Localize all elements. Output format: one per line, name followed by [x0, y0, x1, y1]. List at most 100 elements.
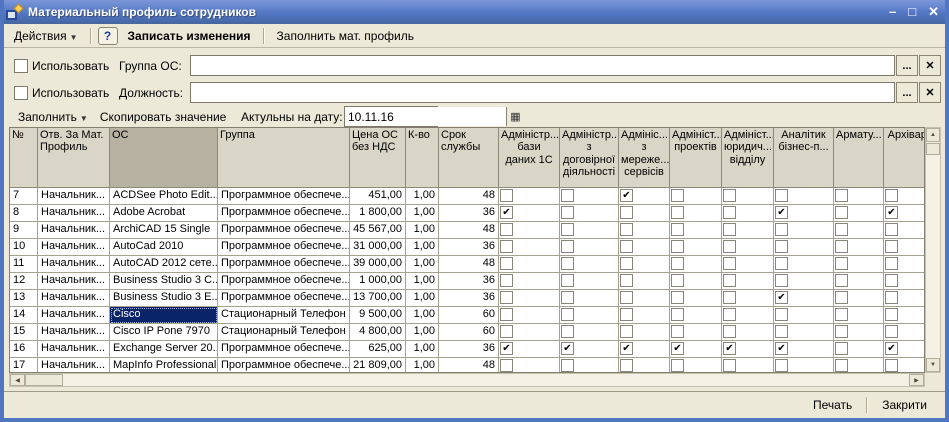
save-changes-button[interactable]: Записать изменения: [122, 27, 257, 45]
checkbox-unchecked[interactable]: [885, 223, 898, 236]
checkbox-unchecked[interactable]: [723, 223, 736, 236]
cell-analityk[interactable]: [774, 256, 834, 273]
checkbox-unchecked[interactable]: [723, 308, 736, 321]
cell-adm_yuryd[interactable]: [722, 358, 774, 373]
cell-adm_yuryd[interactable]: [722, 256, 774, 273]
cell-qty[interactable]: 1,00: [406, 188, 439, 205]
cell-adm_yuryd[interactable]: [722, 273, 774, 290]
cell-adm_yuryd[interactable]: [722, 290, 774, 307]
cell-os[interactable]: Cisco IP Pone 7970: [110, 324, 218, 341]
cell-num[interactable]: 10: [10, 239, 38, 256]
cell-armatur[interactable]: [834, 256, 884, 273]
close-icon[interactable]: ✕: [928, 5, 939, 19]
checkbox-checked-icon[interactable]: ✔: [775, 206, 788, 219]
checkbox-unchecked[interactable]: [885, 257, 898, 270]
checkbox-unchecked[interactable]: [561, 359, 574, 372]
cell-arkhivar[interactable]: [884, 358, 925, 373]
group-picker-icon[interactable]: ...: [896, 55, 918, 76]
cell-term[interactable]: 36: [439, 239, 499, 256]
cell-adm_dogovir[interactable]: [560, 358, 619, 373]
cell-term[interactable]: 60: [439, 324, 499, 341]
cell-analityk[interactable]: ✔: [774, 341, 834, 358]
cell-analityk[interactable]: [774, 188, 834, 205]
cell-term[interactable]: 36: [439, 273, 499, 290]
cell-os[interactable]: Adobe Acrobat: [110, 205, 218, 222]
checkbox-unchecked[interactable]: [885, 240, 898, 253]
cell-qty[interactable]: 1,00: [406, 239, 439, 256]
fill-material-profile-button[interactable]: Заполнить мат. профиль: [271, 27, 420, 45]
cell-analityk[interactable]: [774, 273, 834, 290]
checkbox-unchecked[interactable]: [835, 274, 848, 287]
cell-adm_proekt[interactable]: [670, 239, 722, 256]
cell-num[interactable]: 13: [10, 290, 38, 307]
checkbox-unchecked[interactable]: [835, 240, 848, 253]
checkbox-unchecked[interactable]: [671, 240, 684, 253]
cell-num[interactable]: 15: [10, 324, 38, 341]
checkbox-unchecked[interactable]: [500, 291, 513, 304]
column-header-adm_dogovir[interactable]: Адміністр... з договірної діяльності: [560, 128, 619, 188]
cell-analityk[interactable]: [774, 358, 834, 373]
checkbox-unchecked[interactable]: [885, 359, 898, 372]
checkbox-checked-icon[interactable]: ✔: [671, 342, 684, 355]
checkbox-unchecked[interactable]: [561, 325, 574, 338]
column-header-armatur[interactable]: Армату...: [834, 128, 884, 188]
column-header-os[interactable]: ОС: [110, 128, 218, 188]
checkbox-checked-icon[interactable]: ✔: [500, 342, 513, 355]
checkbox-unchecked[interactable]: [500, 223, 513, 236]
vertical-scrollbar[interactable]: ▲ ▼: [925, 127, 941, 373]
cell-adm_merezh[interactable]: [619, 358, 670, 373]
cell-qty[interactable]: 1,00: [406, 222, 439, 239]
cell-armatur[interactable]: [834, 188, 884, 205]
checkbox-unchecked[interactable]: [620, 206, 633, 219]
cell-adm_db_1c[interactable]: [499, 358, 560, 373]
use-position-checkbox[interactable]: [14, 86, 28, 100]
scroll-down-icon[interactable]: ▼: [926, 358, 940, 372]
checkbox-unchecked[interactable]: [723, 240, 736, 253]
cell-adm_proekt[interactable]: [670, 324, 722, 341]
cell-adm_dogovir[interactable]: [560, 188, 619, 205]
minimize-icon[interactable]: –: [889, 5, 896, 19]
checkbox-unchecked[interactable]: [775, 325, 788, 338]
cell-price[interactable]: 31 000,00: [350, 239, 406, 256]
fill-menu-button[interactable]: Заполнить▼: [12, 108, 94, 126]
cell-price[interactable]: 13 700,00: [350, 290, 406, 307]
cell-arkhivar[interactable]: [884, 273, 925, 290]
checkbox-unchecked[interactable]: [620, 291, 633, 304]
cell-term[interactable]: 48: [439, 188, 499, 205]
checkbox-unchecked[interactable]: [620, 359, 633, 372]
cell-price[interactable]: 9 500,00: [350, 307, 406, 324]
position-clear-icon[interactable]: ✕: [919, 82, 941, 103]
cell-adm_dogovir[interactable]: ✔: [560, 341, 619, 358]
cell-adm_db_1c[interactable]: [499, 273, 560, 290]
cell-adm_dogovir[interactable]: [560, 273, 619, 290]
checkbox-unchecked[interactable]: [835, 206, 848, 219]
help-button[interactable]: ?: [98, 27, 118, 45]
scroll-up-icon[interactable]: ▲: [926, 128, 940, 142]
cell-group[interactable]: Программное обеспече...: [218, 273, 350, 290]
cell-adm_merezh[interactable]: [619, 273, 670, 290]
cell-adm_db_1c[interactable]: ✔: [499, 205, 560, 222]
checkbox-unchecked[interactable]: [775, 257, 788, 270]
cell-arkhivar[interactable]: ✔: [884, 341, 925, 358]
column-header-num[interactable]: №: [10, 128, 38, 188]
column-header-analityk[interactable]: Аналітик бізнес-п...: [774, 128, 834, 188]
column-header-arkhivar[interactable]: Архіварі: [884, 128, 925, 188]
cell-adm_dogovir[interactable]: [560, 324, 619, 341]
cell-qty[interactable]: 1,00: [406, 358, 439, 373]
cell-arkhivar[interactable]: [884, 222, 925, 239]
cell-resp[interactable]: Начальник...: [38, 188, 110, 205]
cell-resp[interactable]: Начальник...: [38, 341, 110, 358]
checkbox-unchecked[interactable]: [885, 291, 898, 304]
cell-num[interactable]: 16: [10, 341, 38, 358]
horizontal-scrollbar[interactable]: ◀ ▶: [9, 373, 925, 387]
cell-resp[interactable]: Начальник...: [38, 273, 110, 290]
cell-qty[interactable]: 1,00: [406, 273, 439, 290]
checkbox-checked-icon[interactable]: ✔: [885, 206, 898, 219]
cell-num[interactable]: 12: [10, 273, 38, 290]
column-header-qty[interactable]: К-во: [406, 128, 439, 188]
cell-adm_proekt[interactable]: ✔: [670, 341, 722, 358]
cell-resp[interactable]: Начальник...: [38, 290, 110, 307]
cell-arkhivar[interactable]: ✔: [884, 205, 925, 222]
checkbox-unchecked[interactable]: [671, 308, 684, 321]
checkbox-unchecked[interactable]: [835, 189, 848, 202]
